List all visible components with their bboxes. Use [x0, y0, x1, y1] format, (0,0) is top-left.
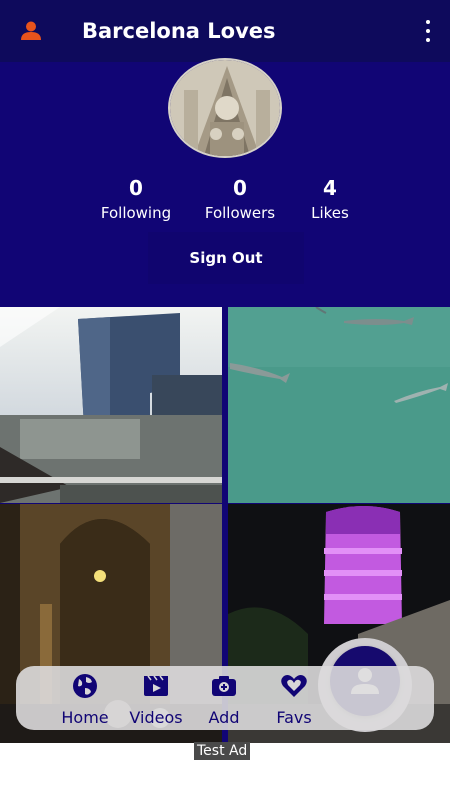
nav-add-label: Add: [208, 708, 240, 727]
sign-out-button[interactable]: Sign Out: [148, 232, 304, 284]
photo-tile-fish[interactable]: [228, 307, 450, 503]
nav-home-label: Home: [61, 708, 109, 727]
following-count: 0: [129, 176, 143, 200]
app-bar: Barcelona Loves: [0, 0, 450, 62]
followers-label: Followers: [204, 204, 276, 222]
followers-count: 0: [233, 176, 247, 200]
camera-add-icon: [212, 676, 236, 696]
nav-home[interactable]: Home: [56, 672, 114, 727]
app-title: Barcelona Loves: [82, 19, 276, 43]
avatar[interactable]: [168, 58, 282, 158]
more-options-icon[interactable]: [420, 20, 436, 42]
profile-header: 0 Following 0 Followers 4 Likes Sign Out: [0, 58, 450, 307]
account-button[interactable]: [0, 0, 62, 62]
photo-tile-hotel[interactable]: [0, 307, 222, 503]
nav-videos[interactable]: Videos: [126, 672, 186, 727]
video-icon: [144, 675, 168, 696]
globe-icon: [73, 674, 97, 698]
stat-likes[interactable]: 4 Likes: [306, 176, 354, 222]
nav-videos-label: Videos: [129, 708, 183, 727]
following-label: Following: [100, 204, 172, 222]
person-icon: [21, 21, 41, 40]
stat-following[interactable]: 0 Following: [98, 176, 174, 222]
nav-favs-label: Favs: [276, 708, 312, 727]
stat-followers[interactable]: 0 Followers: [200, 176, 280, 222]
test-ad-label: Test Ad: [194, 742, 251, 760]
bottom-navigation: Home Videos Add Favs: [16, 666, 434, 730]
nav-favs[interactable]: Favs: [270, 672, 318, 727]
likes-count: 4: [323, 176, 337, 200]
heart-icon: [281, 675, 307, 697]
nav-add[interactable]: Add: [202, 672, 246, 727]
likes-label: Likes: [311, 204, 349, 222]
